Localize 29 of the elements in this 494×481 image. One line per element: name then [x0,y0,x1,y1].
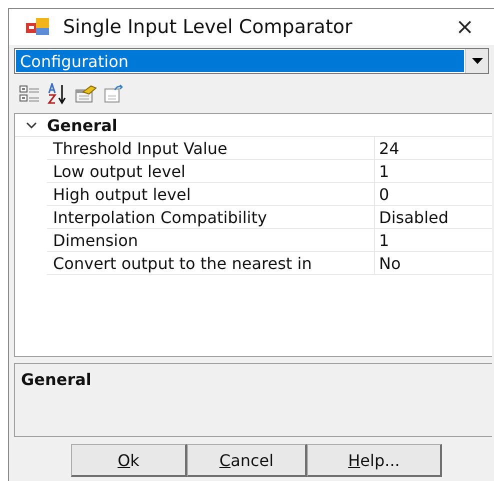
property-name[interactable]: Low output level [47,160,375,182]
property-value[interactable]: 0 [375,183,390,205]
dialog-button[interactable]: Help... [307,444,442,477]
categorized-icon [19,84,41,104]
dropdown-arrow-icon [472,58,482,64]
category-header[interactable]: General [47,116,118,134]
property-pages-button[interactable] [103,84,125,104]
property-value[interactable]: 1 [375,229,390,251]
property-name[interactable]: Threshold Input Value [47,137,375,159]
dialog-button[interactable]: Ok [71,444,187,477]
categorized-button[interactable] [19,84,41,104]
dialog-button[interactable]: Cancel [187,444,307,477]
property-name[interactable]: Convert output to the nearest in [47,252,375,274]
collapse-chevron-icon[interactable] [26,122,36,128]
property-name[interactable]: High output level [47,183,375,205]
property-value[interactable]: No [375,252,401,274]
object-dropdown[interactable]: Configuration [14,48,489,74]
property-name[interactable]: Interpolation Compatibility [47,206,375,228]
app-icon [25,16,51,38]
close-button[interactable]: × [450,14,480,40]
description-title: General [21,370,92,389]
property-value[interactable]: 1 [375,160,390,182]
properties-icon [75,84,97,104]
property-value[interactable]: Disabled [375,206,449,228]
property-value[interactable]: 24 [375,137,400,159]
property-name[interactable]: Dimension [47,229,375,251]
property-pages-icon [103,84,125,104]
window-title: Single Input Level Comparator [63,16,354,38]
properties-button[interactable] [75,84,97,104]
